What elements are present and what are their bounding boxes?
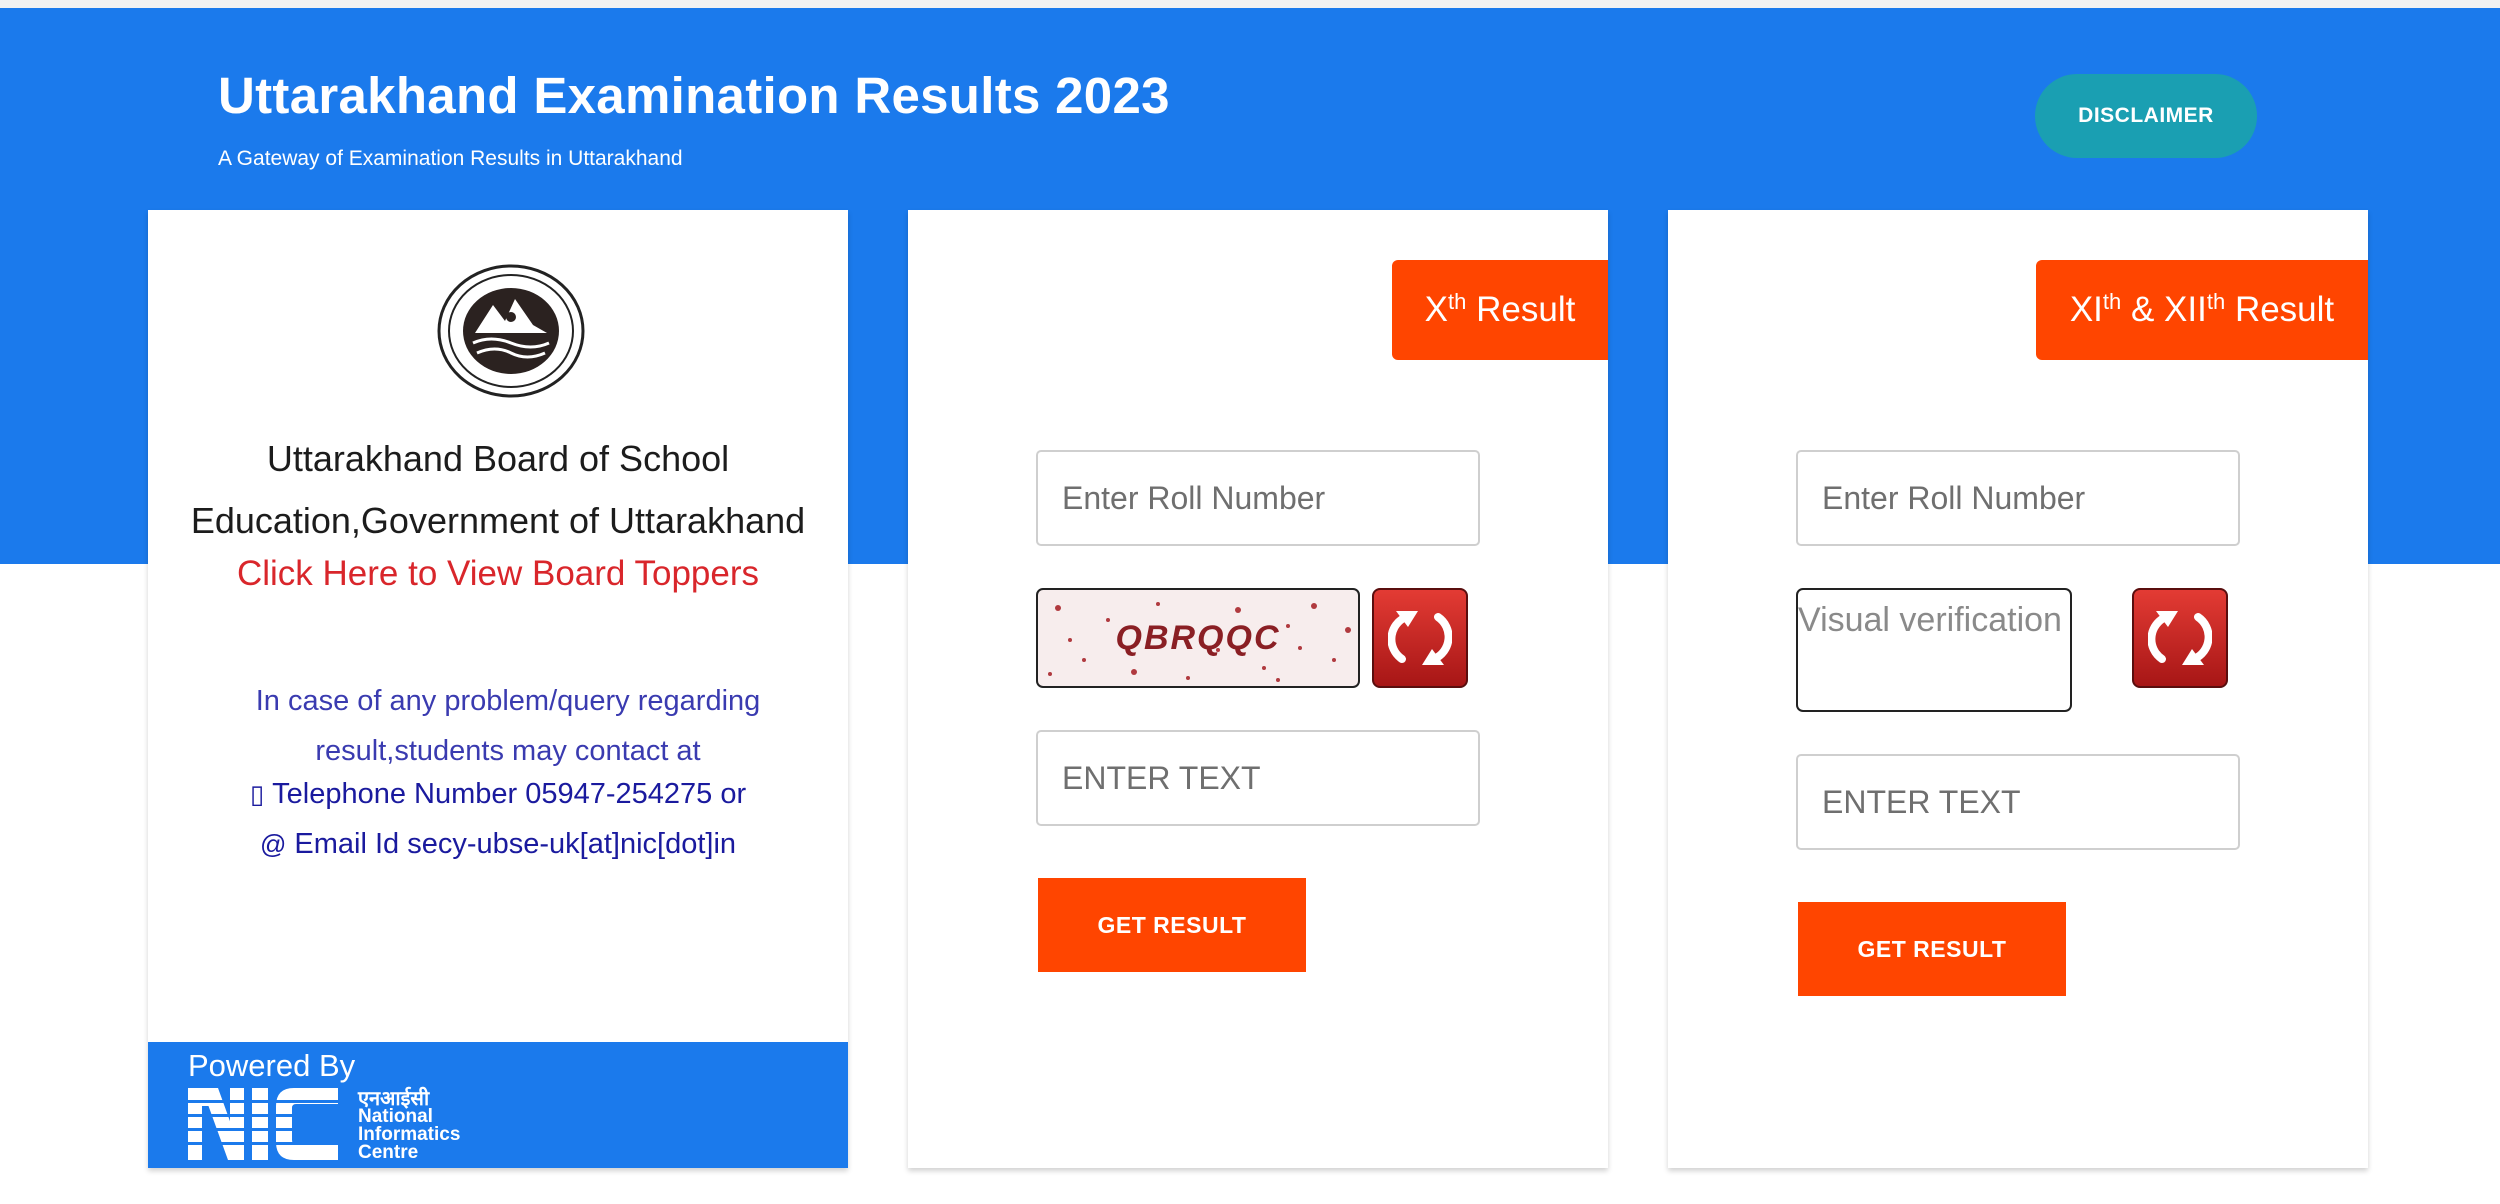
email-text: Email Id secy-ubse-uk[at]nic[dot]in xyxy=(294,828,737,860)
board-toppers-link[interactable]: Click Here to View Board Toppers xyxy=(148,554,848,594)
tab-label-sup: th xyxy=(2102,289,2122,314)
class10-refresh-captcha-button[interactable] xyxy=(1372,588,1468,688)
refresh-icon xyxy=(2148,611,2212,665)
refresh-icon xyxy=(1388,611,1452,665)
class12-result-tab[interactable]: XI th & XII th Result xyxy=(2036,260,2368,360)
class12-roll-number-input[interactable] xyxy=(1796,450,2240,546)
captcha-text: QBRQQC xyxy=(1115,618,1281,657)
contact-phone: ▯ Telephone Number 05947-254275 or xyxy=(148,778,848,811)
class12-captcha-image: Visual verification xyxy=(1796,588,2072,712)
tab-label-sup: th xyxy=(2206,289,2226,314)
powered-by-label: Powered By xyxy=(188,1048,356,1083)
disclaimer-button[interactable]: DISCLAIMER xyxy=(2035,74,2257,158)
class10-captcha-input[interactable] xyxy=(1036,730,1480,826)
class10-get-result-button[interactable]: GET RESULT xyxy=(1038,878,1306,972)
top-strip xyxy=(0,0,2500,8)
nic-name-line: Centre xyxy=(358,1142,419,1163)
tab-label-part: Result xyxy=(1466,290,1576,329)
tab-label-part: XI xyxy=(2069,290,2103,329)
class12-refresh-captcha-button[interactable] xyxy=(2132,588,2228,688)
class12-get-result-button[interactable]: GET RESULT xyxy=(1798,902,2066,996)
class10-result-tab[interactable]: Xth Result xyxy=(1392,260,1608,360)
at-sign-icon: @ xyxy=(259,829,287,859)
board-info-card: Uttarakhand Board of School Education,Go… xyxy=(148,210,848,1168)
contact-email: @ Email Id secy-ubse-uk[at]nic[dot]in xyxy=(148,828,848,861)
nic-logo xyxy=(188,1088,338,1160)
phone-text: Telephone Number 05947-254275 or xyxy=(272,778,747,810)
class12-result-card: XIth & XIIth Result Visual verification … xyxy=(1668,210,2368,1168)
help-text: In case of any problem/query regarding r… xyxy=(255,685,761,767)
ubse-emblem-icon xyxy=(437,264,585,398)
tab-label-sup: th xyxy=(1448,289,1467,314)
board-name: Uttarakhand Board of School Education,Go… xyxy=(190,438,806,541)
tab-label-part: Result xyxy=(2225,290,2335,329)
nic-name: National Informatics Centre xyxy=(358,1107,460,1163)
site-subtitle: A Gateway of Examination Results in Utta… xyxy=(218,147,683,170)
mobile-phone-icon: ▯ xyxy=(249,779,265,809)
tab-label-part: X xyxy=(1424,290,1449,329)
powered-by-footer: Powered By एनआईसी National Informatics C… xyxy=(148,1042,848,1168)
tab-label-part: & XII xyxy=(2121,290,2207,329)
class12-captcha-input[interactable] xyxy=(1796,754,2240,850)
class10-result-card: Xth Result QBRQQC GET RESULT xyxy=(908,210,1608,1168)
class10-roll-number-input[interactable] xyxy=(1036,450,1480,546)
site-title: Uttarakhand Examination Results 2023 xyxy=(218,67,1170,124)
class10-captcha-image: QBRQQC xyxy=(1036,588,1360,688)
